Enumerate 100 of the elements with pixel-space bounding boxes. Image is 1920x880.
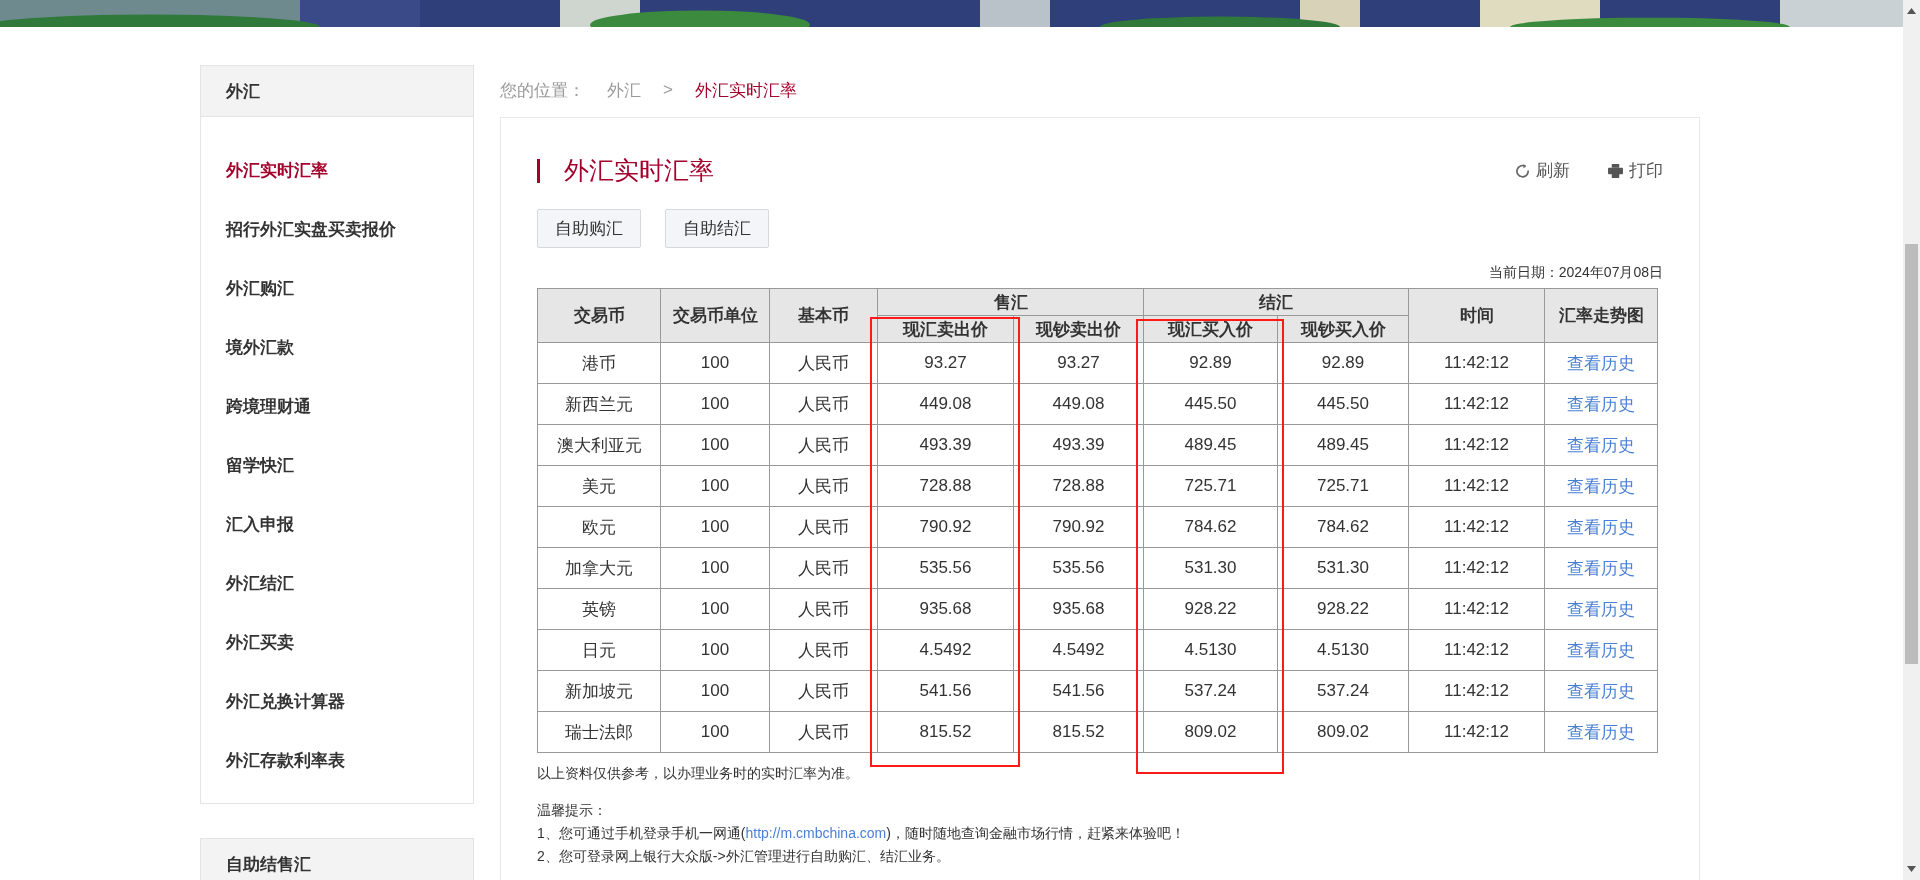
history-link[interactable]: 查看历史: [1567, 353, 1635, 373]
history-link[interactable]: 查看历史: [1567, 599, 1635, 619]
table-cell: 809.02: [1143, 711, 1278, 753]
table-header: 汇率走势图: [1544, 288, 1658, 343]
table-cell: 92.89: [1277, 342, 1409, 384]
sidebar-item[interactable]: 外汇存款利率表: [201, 731, 473, 790]
sidebar-item[interactable]: 留学快汇: [201, 436, 473, 495]
table-cell: 4.5130: [1277, 629, 1409, 671]
sidebar-item[interactable]: 外汇购汇: [201, 259, 473, 318]
table-cell: 100: [660, 711, 770, 753]
table-cell: 535.56: [877, 547, 1014, 589]
disclaimer-text: 以上资料仅供参考，以办理业务时的实时汇率为准。: [537, 765, 860, 783]
table-cell: 人民币: [769, 342, 878, 384]
scroll-up-icon[interactable]: [1907, 8, 1916, 14]
table-cell: 489.45: [1277, 424, 1409, 466]
table-cell: 790.92: [877, 506, 1014, 548]
table-cell: 11:42:12: [1408, 506, 1545, 548]
table-cell: 11:42:12: [1408, 588, 1545, 630]
table-cell: 449.08: [1013, 383, 1144, 425]
table-cell: 100: [660, 547, 770, 589]
table-cell: 449.08: [877, 383, 1014, 425]
table-cell: 100: [660, 465, 770, 507]
action-button[interactable]: 自助结汇: [665, 209, 769, 248]
tip-text: 2、您可登录网上银行大众版->外汇管理进行自助购汇、结汇业务。: [537, 847, 951, 866]
table-cell: 人民币: [769, 424, 878, 466]
table-cell: 809.02: [1277, 711, 1409, 753]
history-link[interactable]: 查看历史: [1567, 517, 1635, 537]
table-cell: 93.27: [1013, 342, 1144, 384]
table-cell: 100: [660, 342, 770, 384]
table-cell: 11:42:12: [1408, 383, 1545, 425]
history-link[interactable]: 查看历史: [1567, 640, 1635, 660]
history-link[interactable]: 查看历史: [1567, 558, 1635, 578]
table-header: 售汇: [877, 288, 1144, 316]
table-cell: 93.27: [877, 342, 1014, 384]
history-link[interactable]: 查看历史: [1567, 435, 1635, 455]
table-cell: 澳大利亚元: [537, 424, 661, 466]
sidebar-heading[interactable]: 外汇: [201, 66, 473, 117]
table-cell: 4.5492: [1013, 629, 1144, 671]
table-cell: 人民币: [769, 629, 878, 671]
table-cell: 人民币: [769, 547, 878, 589]
table-cell: 535.56: [1013, 547, 1144, 589]
table-cell: 新西兰元: [537, 383, 661, 425]
sidebar-item[interactable]: 汇入申报: [201, 495, 473, 554]
table-cell: 493.39: [1013, 424, 1144, 466]
action-button[interactable]: 自助购汇: [537, 209, 641, 248]
breadcrumb-link[interactable]: 外汇实时汇率: [694, 78, 797, 102]
sidebar-heading[interactable]: 自助结售汇: [201, 839, 473, 880]
table-cell: 935.68: [1013, 588, 1144, 630]
table-cell: 100: [660, 588, 770, 630]
history-link[interactable]: 查看历史: [1567, 722, 1635, 742]
table-cell: 瑞士法郎: [537, 711, 661, 753]
table-cell: 445.50: [1277, 383, 1409, 425]
sidebar-item[interactable]: 境外汇款: [201, 318, 473, 377]
tips-title: 温馨提示：: [537, 801, 608, 820]
table-cell: 537.24: [1143, 670, 1278, 712]
scrollbar[interactable]: [1903, 0, 1920, 880]
sidebar-item[interactable]: 招行外汇实盘买卖报价: [201, 200, 473, 259]
toolbar-link[interactable]: 刷新: [1515, 159, 1570, 182]
scroll-down-icon[interactable]: [1907, 866, 1916, 872]
table-cell: 11:42:12: [1408, 342, 1545, 384]
table-cell: 人民币: [769, 588, 878, 630]
table-cell: 11:42:12: [1408, 711, 1545, 753]
history-link[interactable]: 查看历史: [1567, 476, 1635, 496]
scrollbar-thumb[interactable]: [1905, 244, 1918, 664]
table-cell: 790.92: [1013, 506, 1144, 548]
breadcrumb-separator: >: [663, 80, 673, 100]
table-cell: 4.5492: [877, 629, 1014, 671]
table-cell: 928.22: [1277, 588, 1409, 630]
table-cell: 人民币: [769, 465, 878, 507]
sidebar-item[interactable]: 外汇买卖: [201, 613, 473, 672]
sidebar-item[interactable]: 外汇结汇: [201, 554, 473, 613]
print-icon: [1608, 163, 1623, 178]
table-header: 交易币单位: [660, 288, 770, 343]
mobile-link[interactable]: http://m.cmbchina.com: [745, 825, 887, 841]
sidebar-item[interactable]: 外汇实时汇率: [201, 141, 473, 200]
table-cell: 784.62: [1143, 506, 1278, 548]
sidebar-item[interactable]: 跨境理财通: [201, 377, 473, 436]
table-cell: 531.30: [1277, 547, 1409, 589]
table-cell: 新加坡元: [537, 670, 661, 712]
table-header: 时间: [1408, 288, 1545, 343]
table-cell: 725.71: [1143, 465, 1278, 507]
history-link[interactable]: 查看历史: [1567, 681, 1635, 701]
table-cell: 日元: [537, 629, 661, 671]
table-cell: 11:42:12: [1408, 670, 1545, 712]
current-date: 当前日期：2024年07月08日: [1487, 264, 1663, 282]
sidebar-item[interactable]: 外汇兑换计算器: [201, 672, 473, 731]
toolbar-link[interactable]: 打印: [1608, 159, 1663, 182]
breadcrumb-label: 您的位置：: [500, 79, 585, 102]
table-cell: 100: [660, 629, 770, 671]
table-header: 结汇: [1143, 288, 1409, 316]
table-cell: 493.39: [877, 424, 1014, 466]
table-cell: 725.71: [1277, 465, 1409, 507]
table-cell: 美元: [537, 465, 661, 507]
table-cell: 815.52: [877, 711, 1014, 753]
history-link[interactable]: 查看历史: [1567, 394, 1635, 414]
table-header: 基本币: [769, 288, 878, 343]
table-cell: 541.56: [877, 670, 1014, 712]
table-cell: 445.50: [1143, 383, 1278, 425]
table-cell: 728.88: [877, 465, 1014, 507]
table-cell: 935.68: [877, 588, 1014, 630]
